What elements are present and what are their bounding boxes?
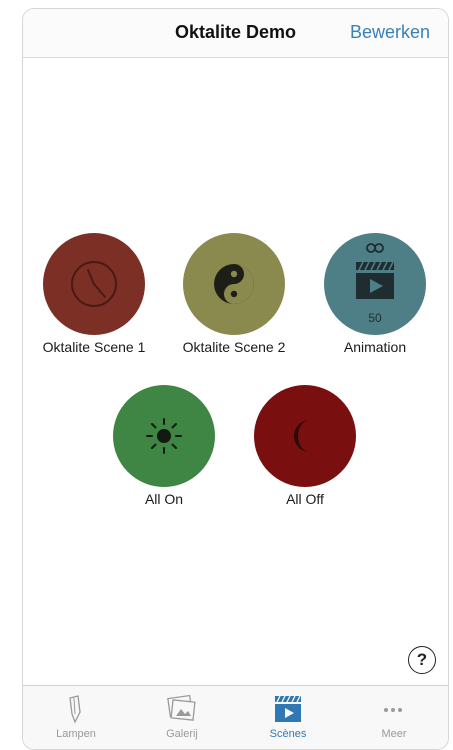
scene-button-all-on[interactable] <box>113 385 215 487</box>
tab-bar: Lampen Galerij Scènes Meer <box>23 685 448 749</box>
scene-item-oktalite-scene-2: Oktalite Scene 2 <box>169 233 299 355</box>
tab-label: Meer <box>381 728 407 740</box>
clapperboard-icon <box>235 692 341 726</box>
scene-item-all-off: All Off <box>240 385 370 507</box>
help-button[interactable]: ? <box>408 646 436 674</box>
scene-label: Animation <box>343 339 407 355</box>
tab-label: Lampen <box>56 728 96 740</box>
scene-item-all-on: All On <box>99 385 229 507</box>
edit-button[interactable]: Bewerken <box>350 22 430 43</box>
gallery-icon <box>129 692 235 726</box>
scene-button-animation[interactable]: 50 <box>324 233 426 335</box>
scene-label: Oktalite Scene 2 <box>182 339 286 355</box>
tab-lampen[interactable]: Lampen <box>23 686 129 740</box>
scene-label: All On <box>144 491 184 507</box>
tab-label: Galerij <box>166 728 198 740</box>
tab-label: Scènes <box>269 728 307 740</box>
tab-scenes[interactable]: Scènes <box>235 686 341 740</box>
scene-label: All Off <box>286 491 324 507</box>
app-screen: Oktalite Demo Bewerken Oktalite Scene 1 … <box>22 8 449 750</box>
yin-yang-icon <box>214 264 254 304</box>
navigation-bar: Oktalite Demo Bewerken <box>23 9 448 58</box>
more-icon <box>341 692 447 726</box>
clock-icon <box>71 261 117 307</box>
tab-meer[interactable]: Meer <box>341 686 447 740</box>
moon-icon <box>294 420 310 452</box>
scene-item-animation: 50 Animation <box>310 233 440 355</box>
scene-button-oktalite-scene-2[interactable] <box>183 233 285 335</box>
scene-item-oktalite-scene-1: Oktalite Scene 1 <box>29 233 159 355</box>
tab-galerij[interactable]: Galerij <box>129 686 235 740</box>
sun-icon <box>146 418 182 454</box>
lamp-icon <box>23 692 129 726</box>
scene-label: Oktalite Scene 1 <box>42 339 146 355</box>
scene-button-oktalite-scene-1[interactable] <box>43 233 145 335</box>
scene-button-all-off[interactable] <box>254 385 356 487</box>
animation-count: 50 <box>368 311 382 325</box>
